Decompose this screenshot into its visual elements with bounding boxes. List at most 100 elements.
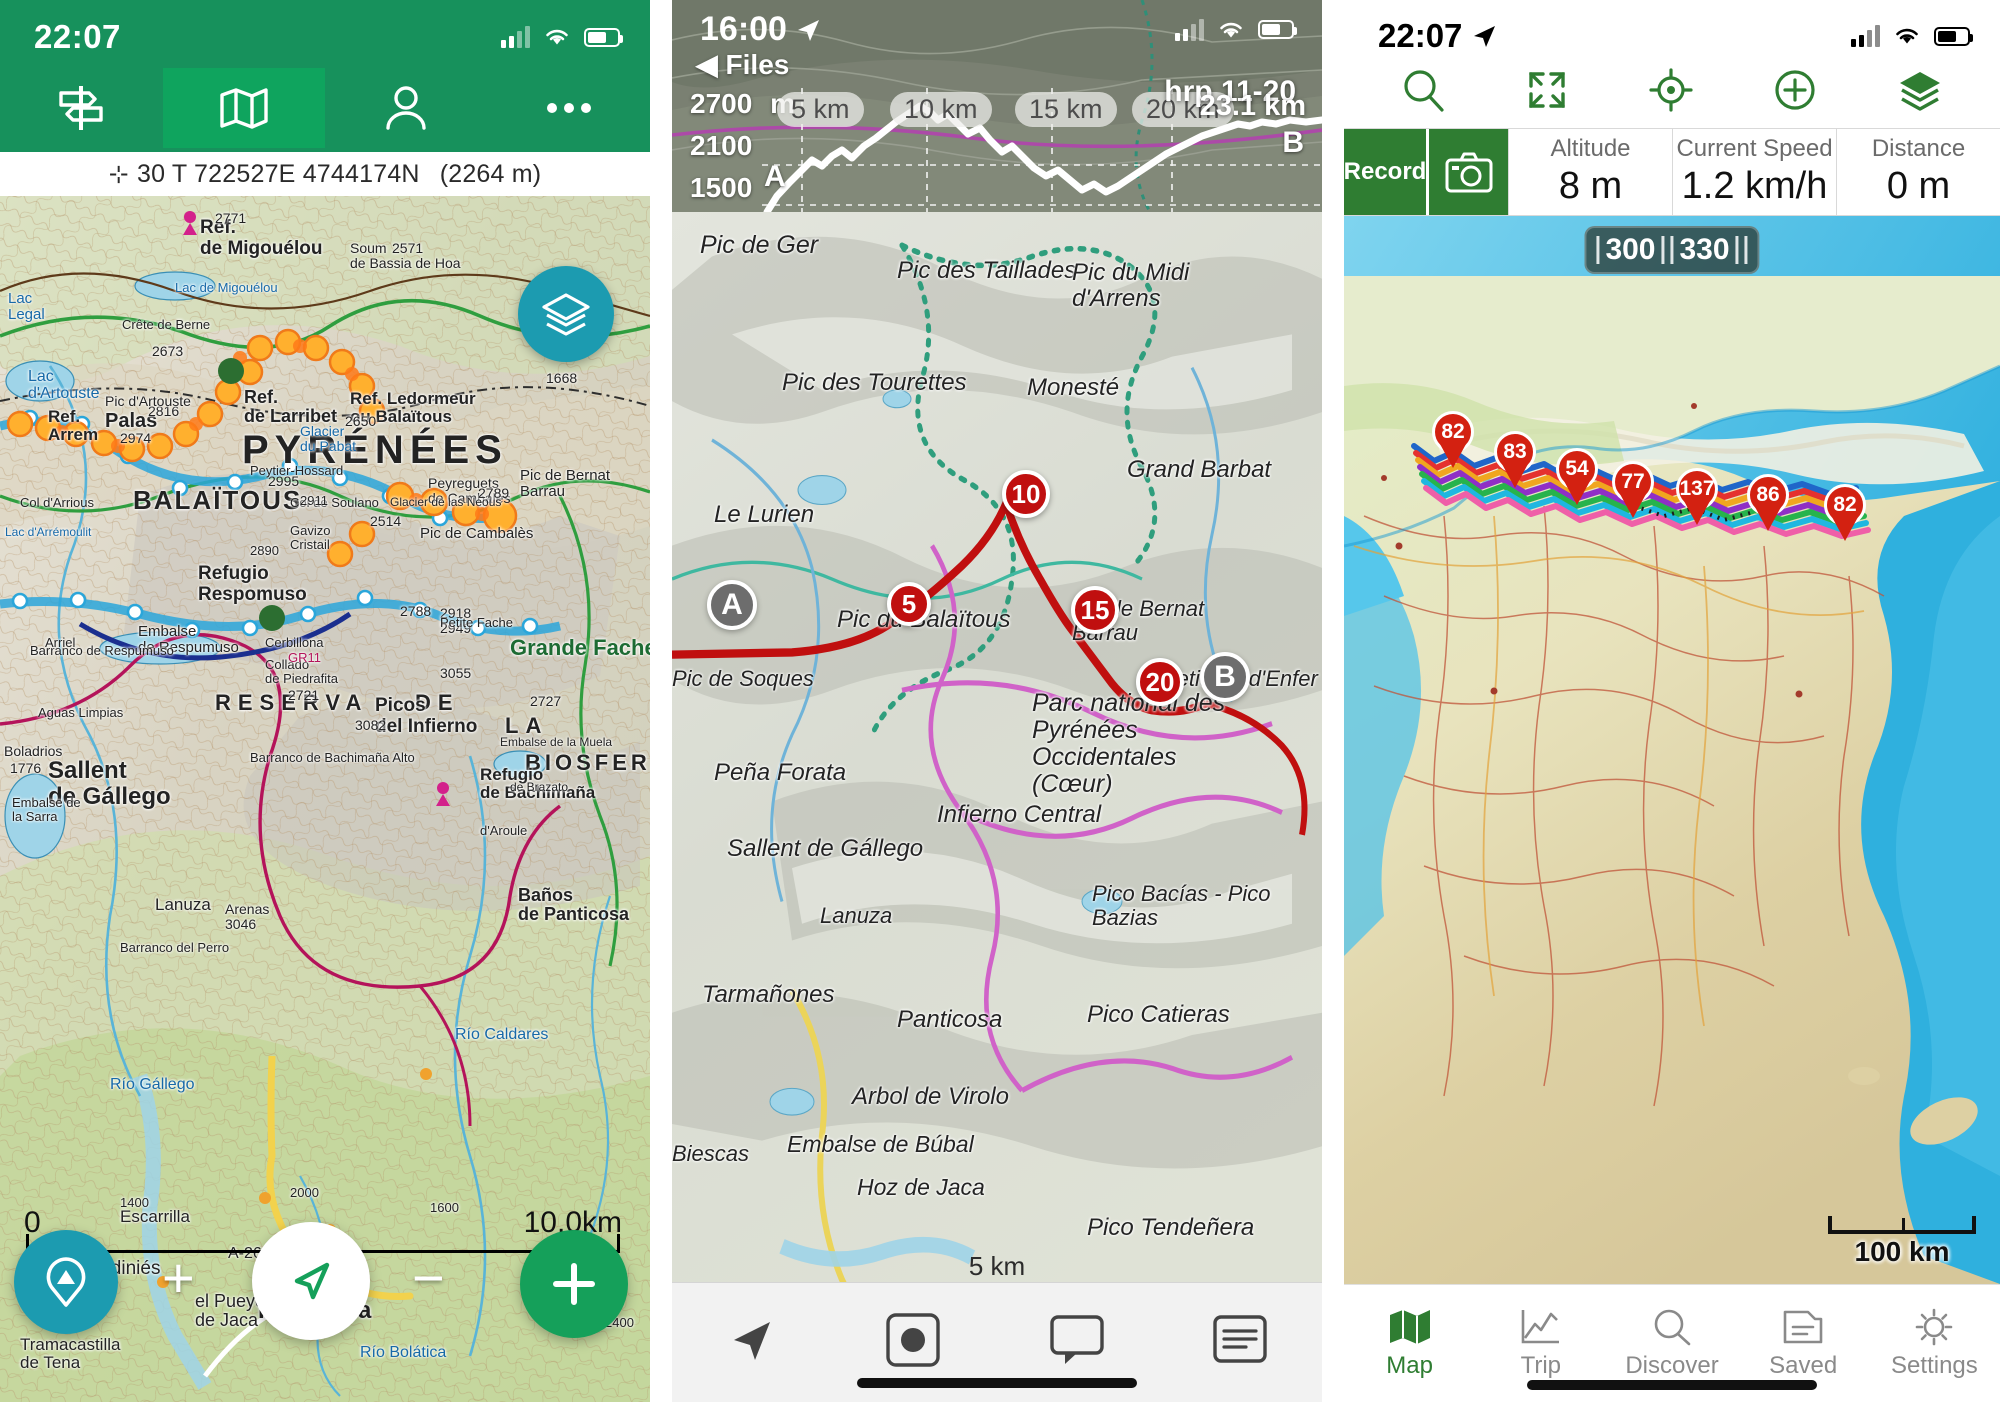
target-icon <box>1649 67 1693 112</box>
scale-label: 100 km <box>1854 1236 1950 1267</box>
route-endpoint-marker[interactable]: A <box>707 580 757 630</box>
pin-tip <box>1684 501 1710 525</box>
panel3-map-graphic <box>1344 216 2000 1284</box>
stat-label: Current Speed <box>1676 135 1833 163</box>
scale-label: 5 km <box>968 1251 1026 1281</box>
home-indicator <box>672 1378 1322 1388</box>
panel3-toolbar <box>1344 56 2000 128</box>
list-button[interactable] <box>1212 1314 1268 1371</box>
pin-tip <box>1620 494 1646 518</box>
route-waypoint-marker[interactable]: 20 <box>1136 658 1184 706</box>
compass-tick <box>1735 236 1739 264</box>
compass-heading-1: 330 <box>1679 233 1730 266</box>
profile-start-label: A <box>764 160 786 193</box>
layers-button[interactable] <box>1896 68 1944 117</box>
target-button[interactable] <box>1649 67 1693 117</box>
navigation-arrow-icon <box>294 1262 330 1300</box>
route-endpoint-marker[interactable]: B <box>1200 652 1250 702</box>
map-icon <box>1389 1309 1430 1344</box>
topo-map-canvas[interactable]: Ref. de Migouélou PYRÉNÉES BALAÏTOUS Ref. d… <box>0 196 650 1402</box>
y-axis-label-2: 1500 <box>690 172 753 203</box>
battery-icon <box>1258 20 1297 39</box>
signpost-icon <box>59 86 103 130</box>
pin-tip <box>1564 481 1590 505</box>
route-waypoint-marker[interactable]: 5 <box>887 582 931 626</box>
map-pin-marker[interactable]: 137 <box>1676 468 1718 525</box>
gear-icon <box>1916 1308 1953 1345</box>
panel3-status-bar: 22:07 <box>1344 0 2000 56</box>
map-pin-marker[interactable]: 77 <box>1612 461 1654 518</box>
panel-gap-2 <box>1322 0 1344 1402</box>
panel3-scale-bar: 100 km <box>1828 1216 1976 1268</box>
map-pin-marker[interactable]: 83 <box>1494 431 1536 488</box>
locate-button[interactable] <box>726 1314 778 1371</box>
locate-button[interactable] <box>252 1222 370 1340</box>
map-pin-marker[interactable]: 82 <box>1432 411 1474 468</box>
map-pin-marker[interactable]: 82 <box>1824 484 1866 541</box>
expand-icon <box>1529 71 1566 108</box>
battery-icon <box>1934 26 1973 46</box>
search-icon <box>1404 69 1444 112</box>
search-button[interactable] <box>1400 67 1446 118</box>
zoom-out-button[interactable]: − <box>412 1250 445 1306</box>
profile-end-label: B <box>1282 126 1304 159</box>
add-button[interactable] <box>1773 68 1817 117</box>
pin-tip <box>1832 517 1858 541</box>
panel2-status-bar: 16:00 <box>672 10 1322 49</box>
three-phone-screenshots: 22:07 ⊹ 30 T 722527E 4744174N (2264 m) R… <box>0 0 2000 1402</box>
coordinate-readout: ⊹ 30 T 722527E 4744174N (2264 m) <box>0 152 650 196</box>
folder-icon <box>1783 1310 1823 1343</box>
status-time: 22:07 <box>34 18 121 55</box>
stat-distance: Distance 0 m <box>1836 129 2000 215</box>
map-icon <box>220 88 268 129</box>
tab-map[interactable] <box>162 68 325 148</box>
expand-button[interactable] <box>1525 68 1569 117</box>
camera-button[interactable] <box>1426 129 1508 215</box>
map-pin-marker[interactable]: 86 <box>1747 474 1789 531</box>
tab-label: Saved <box>1769 1351 1838 1379</box>
x-total-distance: 23.1 km <box>1199 90 1306 122</box>
layers-icon <box>542 293 590 336</box>
trip-stats-bar: Record Altitude 8 m Current Speed 1.2 km… <box>1344 128 2000 216</box>
locate-icon <box>733 1322 770 1360</box>
status-indicators <box>501 26 623 48</box>
search-icon <box>1654 1309 1691 1345</box>
compass-tick <box>1670 236 1674 264</box>
location-arrow-icon <box>1474 26 1496 47</box>
list-icon <box>1213 1315 1267 1363</box>
x-tick-2: 15 km <box>1015 92 1117 127</box>
panel1-status-bar: 22:07 <box>0 0 650 56</box>
wifi-icon <box>1896 28 1918 44</box>
tab-label: Map <box>1386 1351 1433 1379</box>
stat-label: Altitude <box>1550 135 1631 163</box>
back-to-files-button[interactable]: ◀ Files <box>696 48 789 81</box>
comment-icon <box>1050 1315 1104 1364</box>
tab-routes[interactable] <box>0 68 163 148</box>
panel2-elevation-header: 16:00 ◀ Files hrp 11-20 2700 2100 1500 5… <box>672 0 1322 212</box>
compass-tick <box>1596 236 1600 264</box>
panel2-map-canvas[interactable]: Pic de Ger Pic des Taillades Pic du Midi d… <box>672 212 1322 1402</box>
record-icon <box>886 1313 940 1367</box>
tab-profile[interactable] <box>325 68 488 148</box>
zoom-in-button[interactable]: + <box>162 1250 195 1306</box>
add-button[interactable] <box>520 1230 628 1338</box>
layers-button[interactable] <box>518 266 614 362</box>
tab-more[interactable] <box>488 68 651 148</box>
person-icon <box>386 86 426 130</box>
panel1-header: 22:07 <box>0 0 650 152</box>
route-waypoint-marker[interactable]: 15 <box>1071 586 1119 634</box>
stat-label: Distance <box>1871 135 1966 163</box>
battery-icon <box>584 27 623 47</box>
record-button[interactable]: Record <box>1344 129 1426 215</box>
crosshair-icon: ⊹ <box>108 160 129 188</box>
comment-button[interactable] <box>1049 1314 1105 1371</box>
waypoint-button[interactable] <box>14 1230 118 1334</box>
wifi-icon <box>546 29 568 45</box>
record-button[interactable] <box>885 1312 941 1373</box>
chart-icon <box>1521 1309 1559 1343</box>
y-axis-label-1: 2100 <box>690 130 753 161</box>
map-pin-marker[interactable]: 54 <box>1556 448 1598 505</box>
panel3-map-canvas[interactable]: 300 330 82 83 54 77 137 86 82 100 km <box>1344 216 2000 1284</box>
route-waypoint-marker[interactable]: 10 <box>1002 470 1050 518</box>
plus-circle-icon <box>1774 69 1815 110</box>
